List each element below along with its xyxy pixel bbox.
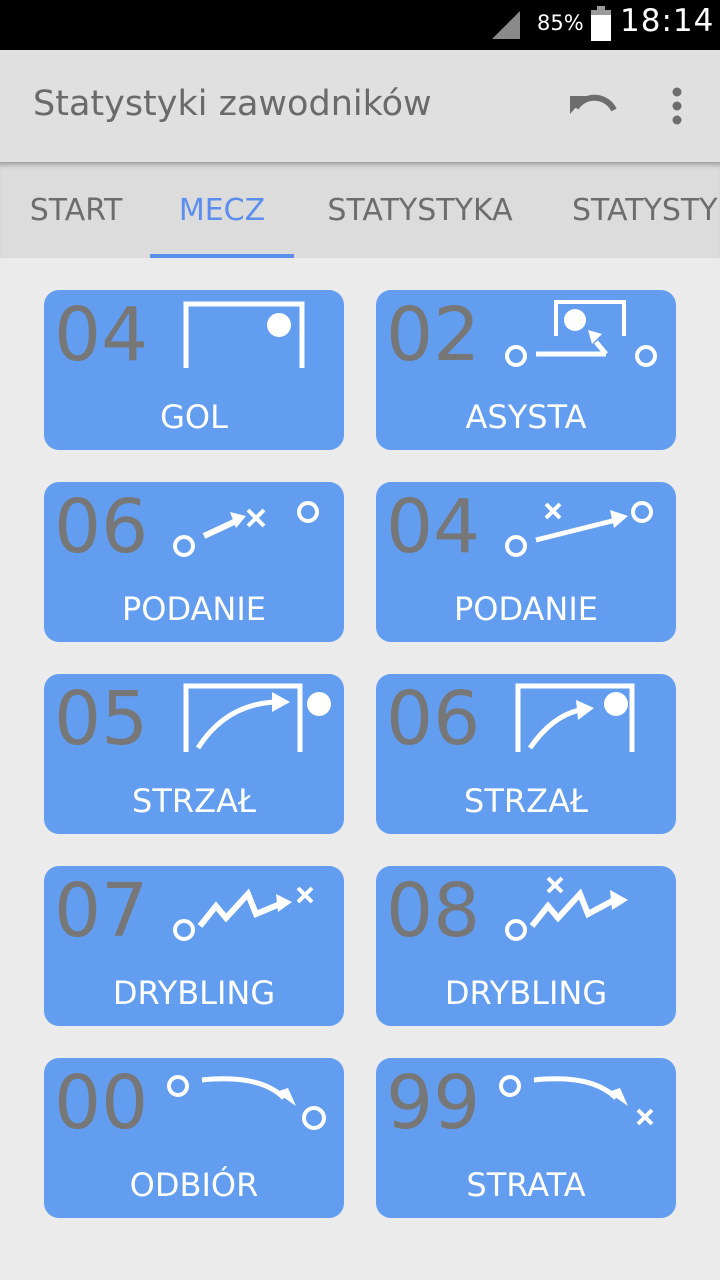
more-vert-icon[interactable] <box>660 82 694 132</box>
tile-count: 08 <box>386 868 481 954</box>
stat-tile-ball-loss[interactable]: 99 STRATA <box>376 1058 676 1218</box>
stat-tile-shot-off[interactable]: 05 STRZAŁ <box>44 674 344 834</box>
dribble-success-icon <box>505 876 628 941</box>
status-bar: 85% 18:14 <box>0 0 720 50</box>
tile-label: DRYBLING <box>444 974 608 1012</box>
tile-label: PODANIE <box>121 590 267 628</box>
tile-count: 02 <box>386 292 481 378</box>
stat-tile-dribble-success[interactable]: 08 DRYBLING <box>376 866 676 1026</box>
battery-percentage: 85% <box>537 11 584 35</box>
pass-failed-icon <box>173 501 319 557</box>
tile-label: STRZAŁ <box>464 782 588 820</box>
stat-tile-assist[interactable]: 02 ASYSTA <box>376 290 676 450</box>
app-bar: Statystyki zawodników <box>0 50 720 162</box>
goal-icon <box>183 301 305 368</box>
pass-success-icon <box>505 501 653 557</box>
battery-icon <box>591 6 611 41</box>
stat-tile-pass-success[interactable]: 04 PODANIE <box>376 482 676 642</box>
tile-count: 04 <box>386 484 481 570</box>
tile-count: 05 <box>54 676 149 762</box>
shot-off-target-icon <box>183 683 331 752</box>
tab-bar: START MECZ STATYSTYKA STATYSTY <box>0 162 720 258</box>
tab-indicator <box>150 254 294 258</box>
tab-statystyka[interactable]: STATYSTYKA <box>312 162 528 258</box>
tile-label: DRYBLING <box>112 974 276 1012</box>
tile-count: 07 <box>54 868 149 954</box>
tab-mecz[interactable]: MECZ <box>150 162 294 258</box>
tile-count: 06 <box>386 676 481 762</box>
stat-tile-goal[interactable]: 04 GOL <box>44 290 344 450</box>
tile-count: 06 <box>54 484 149 570</box>
app-title: Statystyki zawodników <box>33 84 432 124</box>
tile-count: 04 <box>54 292 149 378</box>
assist-icon <box>505 300 657 367</box>
stat-tile-shot-on[interactable]: 06 STRZAŁ <box>376 674 676 834</box>
dribble-failed-icon <box>173 886 314 941</box>
stat-tile-dribble-failed[interactable]: 07 DRYBLING <box>44 866 344 1026</box>
signal-icon <box>492 11 520 39</box>
tile-count: 99 <box>386 1060 481 1146</box>
shot-on-target-icon <box>515 683 635 752</box>
stat-tile-pass-failed[interactable]: 06 PODANIE <box>44 482 344 642</box>
tile-count: 00 <box>54 1060 149 1146</box>
tile-label: GOL <box>160 398 228 436</box>
tile-label: ASYSTA <box>465 398 587 436</box>
clock: 18:14 <box>620 3 715 39</box>
tile-label: PODANIE <box>453 590 599 628</box>
tab-start[interactable]: START <box>20 162 132 258</box>
stat-tile-tackle[interactable]: 00 ODBIÓR <box>44 1058 344 1218</box>
tab-statystyka-2[interactable]: STATYSTY <box>560 162 720 258</box>
tile-label: STRZAŁ <box>132 782 256 820</box>
tile-label: STRATA <box>466 1166 586 1204</box>
tackle-icon <box>167 1075 326 1130</box>
undo-icon[interactable] <box>566 84 620 130</box>
ball-loss-icon <box>499 1075 654 1126</box>
tile-label: ODBIÓR <box>129 1166 259 1204</box>
